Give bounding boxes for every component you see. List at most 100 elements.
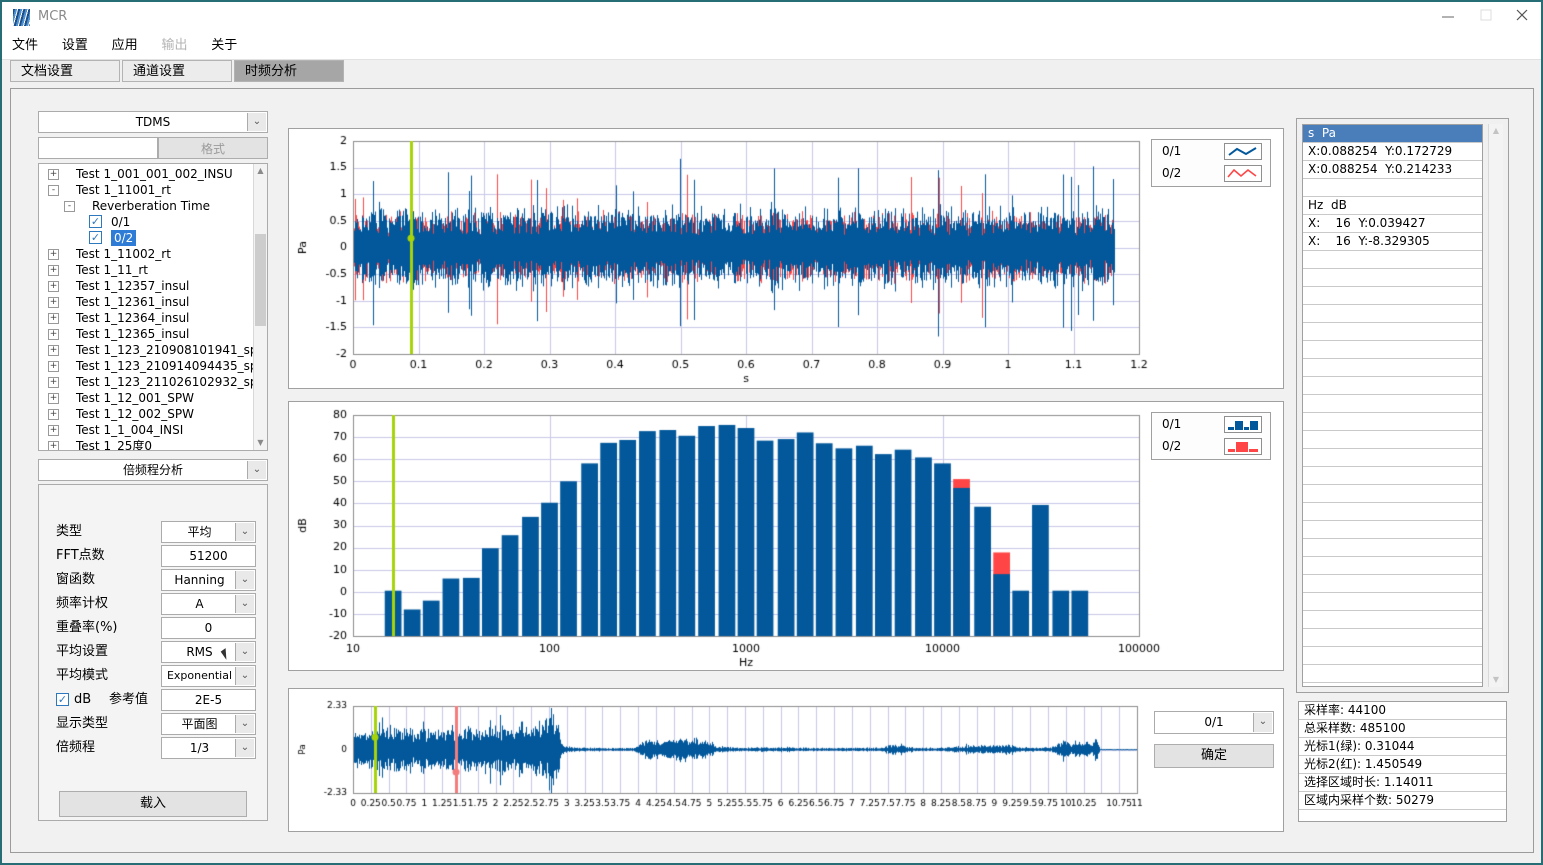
chevron-down-icon[interactable]: ⌄ [235,667,254,685]
expand-icon[interactable]: + [48,265,59,276]
tree-scrollbar[interactable]: ▲ ▼ [253,164,267,450]
cursor-info-row[interactable] [1303,179,1482,197]
tree-item[interactable]: ✓0/1 [39,214,254,230]
menu-settings[interactable]: 设置 [52,32,98,59]
expand-icon[interactable]: + [48,281,59,292]
collapse-icon[interactable]: - [48,185,59,196]
expand-icon[interactable]: + [48,297,59,308]
form-select[interactable]: 平均⌄ [161,521,256,543]
expand-icon[interactable]: + [48,169,59,180]
form-select[interactable]: Hanning⌄ [161,569,256,591]
info-scrollbar[interactable]: ▲ ▼ [1488,124,1503,687]
tree-item[interactable]: -Test 1_11001_rt [39,182,254,198]
chevron-down-icon[interactable]: ⌄ [247,461,266,479]
form-input[interactable]: 51200 [161,545,256,567]
cursor-info-row[interactable] [1303,647,1482,665]
form-select[interactable]: RMS⌄ [161,641,256,663]
tab-time-frequency-analysis[interactable]: 时频分析 [234,60,344,82]
cursor-info-row[interactable]: X:0.088254 Y:0.172729 [1303,143,1482,161]
expand-icon[interactable]: + [48,393,59,404]
cursor-info-row[interactable] [1303,269,1482,287]
tree-item[interactable]: +Test 1_25度0 [39,438,254,451]
tree-item[interactable]: +Test 1_12_002_SPW [39,406,254,422]
overview-waveform-chart[interactable] [289,689,1283,831]
tree-item[interactable]: +Test 1_12361_insul [39,294,254,310]
cursor-info-row[interactable] [1303,485,1482,503]
tree-item[interactable]: +Test 1_12365_insul [39,326,254,342]
expand-icon[interactable]: + [48,313,59,324]
tree-item[interactable]: +Test 1_123_210908101941_spw [39,342,254,358]
menu-file[interactable]: 文件 [2,32,48,59]
tree-item[interactable]: +Test 1_12364_insul [39,310,254,326]
tree-item[interactable]: +Test 1_12_001_SPW [39,390,254,406]
cursor-info-row[interactable] [1303,251,1482,269]
maximize-button[interactable] [1469,2,1503,32]
chevron-down-icon[interactable]: ⌄ [235,523,254,541]
chevron-down-icon[interactable]: ⌄ [247,113,266,131]
tree-item[interactable]: -Reverberation Time [39,198,254,214]
tab-document-settings[interactable]: 文档设置 [10,60,120,82]
time-waveform-chart[interactable] [289,129,1283,388]
expand-icon[interactable]: + [48,361,59,372]
tree-item[interactable]: +Test 1_11_rt [39,262,254,278]
db-checkbox[interactable]: ✓ [56,693,69,706]
cursor-info-row[interactable] [1303,593,1482,611]
menu-apply[interactable]: 应用 [102,32,148,59]
cursor-info-row[interactable] [1303,341,1482,359]
analysis-type-select[interactable]: 倍频程分析 ⌄ [38,459,268,481]
collapse-icon[interactable]: - [64,201,75,212]
form-select[interactable]: Exponential⌄ [161,665,256,687]
expand-icon[interactable]: + [48,329,59,340]
expand-icon[interactable]: + [48,409,59,420]
form-input[interactable]: 2E-5 [161,689,256,711]
menu-about[interactable]: 关于 [201,32,247,59]
tab-channel-settings[interactable]: 通道设置 [122,60,232,82]
cursor-info-row[interactable]: Hz dB [1303,197,1482,215]
channel-checkbox[interactable]: ✓ [89,215,102,228]
tree-scrollbar-thumb[interactable] [255,234,266,326]
chevron-down-icon[interactable]: ⌄ [235,571,254,589]
chevron-down-icon[interactable]: ⌄ [235,643,254,661]
form-select[interactable]: 平面图⌄ [161,713,256,735]
load-button[interactable]: 载入 [59,791,247,817]
cursor-info-row[interactable] [1303,413,1482,431]
form-input[interactable]: 0 [161,617,256,639]
cursor-info-row[interactable] [1303,557,1482,575]
expand-icon[interactable]: + [48,377,59,388]
cursor-info-row[interactable] [1303,521,1482,539]
tree-item[interactable]: +Test 1_123_210914094435_spw [39,358,254,374]
cursor-info-row[interactable] [1303,575,1482,593]
cursor-info-row[interactable] [1303,629,1482,647]
cursor-info-row[interactable] [1303,431,1482,449]
scroll-down-icon[interactable]: ▼ [1489,673,1503,687]
cursor-info-row[interactable] [1303,611,1482,629]
confirm-button[interactable]: 确定 [1154,744,1274,768]
cursor-info-row[interactable] [1303,683,1482,687]
file-format-select[interactable]: TDMS ⌄ [38,111,268,133]
expand-icon[interactable]: + [48,441,59,451]
cursor-info-row[interactable] [1303,539,1482,557]
tree-item[interactable]: ✓0/2 [39,230,254,246]
cursor-info-row[interactable] [1303,359,1482,377]
close-button[interactable] [1505,2,1539,32]
channel-checkbox[interactable]: ✓ [89,231,102,244]
cursor-info-row[interactable] [1303,395,1482,413]
tree-item[interactable]: +Test 1_11002_rt [39,246,254,262]
cursor-info-row[interactable]: s Pa [1303,125,1482,143]
cursor-info-row[interactable] [1303,467,1482,485]
cursor-info-row[interactable]: X: 16 Y:0.039427 [1303,215,1482,233]
cursor-info-row[interactable]: X:0.088254 Y:0.214233 [1303,161,1482,179]
channel-select[interactable]: 0/1 ⌄ [1154,711,1274,734]
chevron-down-icon[interactable]: ⌄ [1253,713,1272,732]
cursor-info-row[interactable] [1303,503,1482,521]
chevron-down-icon[interactable]: ⌄ [235,595,254,613]
octave-spectrum-chart[interactable] [289,402,1283,670]
cursor-info-row[interactable] [1303,377,1482,395]
tree-item[interactable]: +Test 1_12357_insul [39,278,254,294]
scroll-down-icon[interactable]: ▼ [254,436,267,450]
filter-input[interactable] [38,137,158,159]
scroll-up-icon[interactable]: ▲ [1489,124,1503,138]
chevron-down-icon[interactable]: ⌄ [235,715,254,733]
scroll-up-icon[interactable]: ▲ [254,164,267,178]
form-select[interactable]: 1/3⌄ [161,737,256,759]
